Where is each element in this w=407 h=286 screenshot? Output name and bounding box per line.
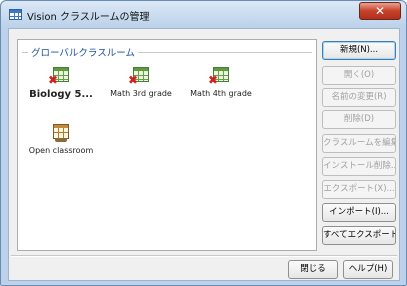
export-all-button[interactable]: すべてエクスポート(A)... xyxy=(322,226,396,245)
title-bar[interactable]: Vision クラスルームの管理 ✕ xyxy=(1,1,406,27)
app-icon xyxy=(9,9,22,20)
open-classroom-icon xyxy=(53,124,69,139)
error-x-icon: ✖ xyxy=(128,73,139,87)
rename-button[interactable]: 名前の変更(R) xyxy=(322,88,396,107)
uninstall-button[interactable]: インストール削除... xyxy=(322,157,396,176)
close-window-button[interactable]: ✕ xyxy=(359,2,401,20)
edit-classroom-button[interactable]: クラスルームを編集(E) xyxy=(322,134,396,153)
footer-separator xyxy=(11,255,397,257)
help-button[interactable]: ヘルプ(H) xyxy=(343,260,393,279)
classroom-label: Math 4th grade xyxy=(190,89,252,98)
delete-button[interactable]: 削除(D) xyxy=(322,110,396,129)
group-title: グローバルクラスルーム xyxy=(28,45,138,59)
new-button[interactable]: 新規(N)... xyxy=(322,41,396,60)
classroom-item-math-4th[interactable]: ✖ Math 4th grade xyxy=(182,67,260,98)
classroom-list-panel[interactable]: グローバルクラスルーム ✖ Biology 5... ✖ Math 3rd gr… xyxy=(17,39,317,251)
manage-classrooms-window: Vision クラスルームの管理 ✕ グローバルクラスルーム ✖ Biology… xyxy=(0,0,407,286)
window-title: Vision クラスルームの管理 xyxy=(27,12,150,23)
open-button[interactable]: 開く(O) xyxy=(322,66,396,85)
dialog-body: グローバルクラスルーム ✖ Biology 5... ✖ Math 3rd gr… xyxy=(8,28,400,281)
export-button[interactable]: エクスポート(X)... xyxy=(322,180,396,199)
classroom-label: Biology 5... xyxy=(29,89,93,100)
error-x-icon: ✖ xyxy=(48,73,59,87)
classroom-item-biology[interactable]: ✖ Biology 5... xyxy=(22,67,100,100)
error-x-icon: ✖ xyxy=(208,73,219,87)
import-button[interactable]: インポート(I)... xyxy=(322,203,396,222)
classroom-item-math-3rd[interactable]: ✖ Math 3rd grade xyxy=(102,67,180,98)
classroom-item-open[interactable]: Open classroom xyxy=(22,124,100,155)
classroom-label: Math 3rd grade xyxy=(110,89,172,98)
close-button[interactable]: 閉じる xyxy=(288,260,338,279)
classroom-label: Open classroom xyxy=(28,146,94,155)
